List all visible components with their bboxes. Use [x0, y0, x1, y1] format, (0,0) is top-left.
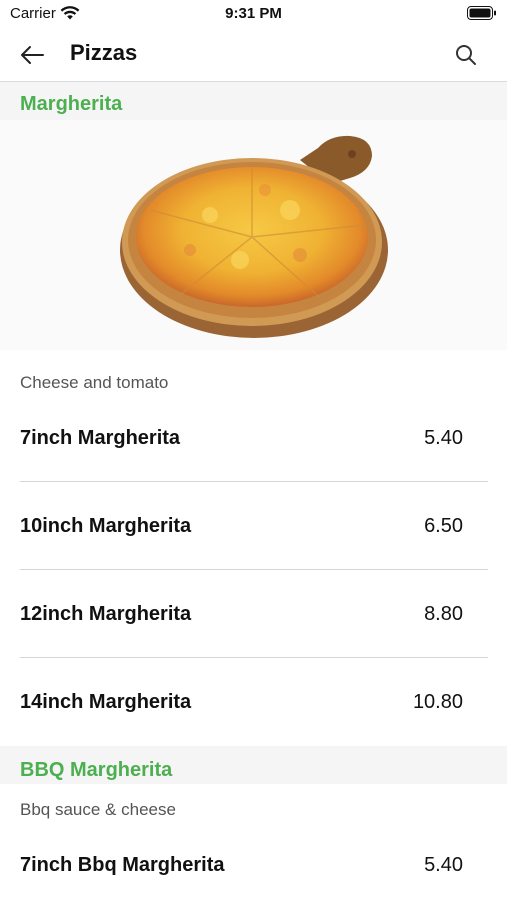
item-name: 7inch Bbq Margherita: [20, 854, 225, 876]
list-item[interactable]: 7inch Margherita 5.40: [20, 394, 488, 482]
pizza-image: [0, 120, 507, 350]
section-description: Cheese and tomato: [20, 373, 169, 392]
item-price: 5.40: [424, 427, 463, 449]
list-item[interactable]: 10inch Margherita 6.50: [20, 482, 488, 570]
nav-bar: Pizzas: [0, 30, 507, 82]
margherita-pizza-image: [120, 135, 388, 338]
item-name: 7inch Margherita: [20, 427, 181, 449]
item-price: 10.80: [412, 691, 463, 713]
section-description: Bbq sauce & cheese: [20, 800, 176, 819]
list-item[interactable]: 7inch Bbq Margherita 5.40: [20, 821, 488, 900]
item-price: 6.50: [424, 515, 463, 537]
search-icon: [456, 45, 476, 65]
page-title: Pizzas: [70, 40, 138, 65]
item-name: 10inch Margherita: [20, 515, 192, 537]
section-title: Margherita: [20, 93, 123, 115]
status-time: 9:31 PM: [225, 5, 282, 22]
list-item[interactable]: 12inch Margherita 8.80: [20, 570, 488, 658]
section-title: BBQ Margherita: [20, 759, 173, 781]
item-name: 14inch Margherita: [20, 691, 192, 713]
battery-icon: [467, 6, 496, 20]
item-price: 5.40: [424, 854, 463, 876]
status-bar: Carrier 9:31 PM: [0, 0, 507, 30]
section-header-bbq-margherita: BBQ Margherita: [0, 746, 507, 784]
section-header-margherita: Margherita: [0, 82, 507, 120]
search-button[interactable]: [449, 38, 483, 72]
list-item[interactable]: 14inch Margherita 10.80: [20, 658, 488, 746]
back-button[interactable]: [12, 38, 52, 72]
item-price: 8.80: [424, 603, 463, 625]
item-name: 12inch Margherita: [20, 603, 192, 625]
arrow-left-icon: [21, 46, 44, 64]
